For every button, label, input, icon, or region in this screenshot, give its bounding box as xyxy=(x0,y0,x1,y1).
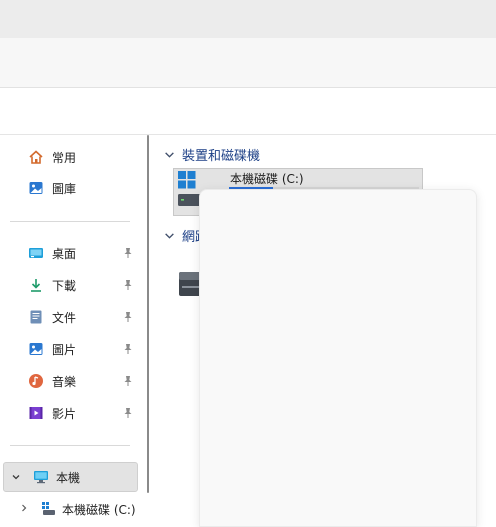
nav-item-label: 常用 xyxy=(52,150,77,165)
nav-item-label: 本機磁碟 (C:) xyxy=(62,503,136,517)
chevron-right-icon[interactable] xyxy=(18,502,30,514)
group-heading: 裝置和磁碟機 xyxy=(182,149,261,164)
nav-item-desktop[interactable]: 桌面 xyxy=(27,240,76,266)
nav-item-label: 圖片 xyxy=(52,342,77,357)
windows-logo-icon xyxy=(178,171,198,191)
nav-item-home[interactable]: 常用 xyxy=(27,144,76,170)
nav-item-label: 下載 xyxy=(52,278,77,293)
nav-item-label: 文件 xyxy=(52,310,77,325)
context-popup[interactable] xyxy=(199,189,477,527)
pin-icon[interactable] xyxy=(120,245,136,261)
computer-icon xyxy=(32,468,50,486)
nav-item-videos[interactable]: 影片 xyxy=(27,400,76,426)
group-devices[interactable]: 裝置和磁碟機 xyxy=(164,145,260,164)
nav-item-label: 圖庫 xyxy=(52,181,77,196)
nav-scrollbar[interactable] xyxy=(147,135,149,493)
nav-item-label: 桌面 xyxy=(52,246,77,261)
nav-item-downloads[interactable]: 下載 xyxy=(27,272,76,298)
nav-item-label: 音樂 xyxy=(52,374,77,389)
gallery-icon xyxy=(27,179,45,197)
download-icon xyxy=(27,276,45,294)
nav-divider xyxy=(10,221,130,222)
chevron-down-icon xyxy=(164,230,176,241)
pin-icon[interactable] xyxy=(120,373,136,389)
pictures-icon xyxy=(27,340,45,358)
video-icon xyxy=(27,404,45,422)
nav-item-pictures[interactable]: 圖片 xyxy=(27,336,76,362)
drive-icon xyxy=(39,499,57,517)
pin-icon[interactable] xyxy=(120,277,136,293)
desktop-folder-icon xyxy=(27,244,45,262)
pin-icon[interactable] xyxy=(120,341,136,357)
nav-item-music[interactable]: 音樂 xyxy=(27,368,76,394)
nav-item-documents[interactable]: 文件 xyxy=(27,304,76,330)
home-icon xyxy=(27,148,45,166)
chevron-down-icon[interactable] xyxy=(9,470,23,484)
drive-name: 本機磁碟 (C:) xyxy=(230,172,304,186)
document-icon xyxy=(27,308,45,326)
command-bar xyxy=(0,88,496,135)
nav-item-label: 本機 xyxy=(56,471,81,485)
nav-divider xyxy=(10,445,130,446)
nav-item-gallery[interactable]: 圖庫 xyxy=(27,175,76,201)
pin-icon[interactable] xyxy=(120,309,136,325)
music-icon xyxy=(27,372,45,390)
address-toolbar xyxy=(0,38,496,88)
chevron-down-icon xyxy=(164,149,176,160)
pin-icon[interactable] xyxy=(120,405,136,421)
nav-item-label: 影片 xyxy=(52,406,77,421)
title-bar xyxy=(0,0,496,38)
